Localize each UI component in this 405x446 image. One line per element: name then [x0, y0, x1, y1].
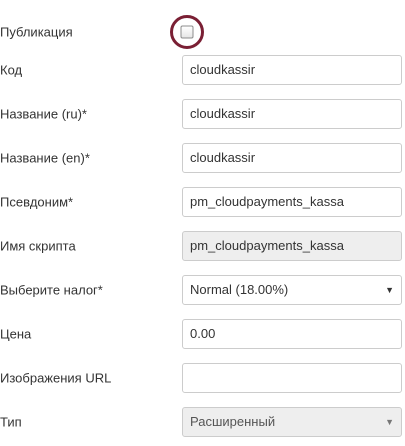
name-ru-input[interactable]: cloudkassir — [182, 99, 402, 129]
caret-down-icon: ▼ — [385, 417, 394, 427]
price-input[interactable]: 0.00 — [182, 319, 402, 349]
row-alias: Псевдоним* pm_cloudpayments_kassa — [0, 187, 405, 217]
tax-select-value: Normal (18.00%) — [190, 282, 289, 297]
row-name-en: Название (en)* cloudkassir — [0, 143, 405, 173]
name-ru-label: Название (ru)* — [0, 106, 87, 122]
row-script: Имя скрипта pm_cloudpayments_kassa — [0, 231, 405, 261]
publish-checkbox[interactable] — [180, 25, 194, 39]
alias-label: Псевдоним* — [0, 194, 74, 210]
row-image-url: Изображения URL — [0, 363, 405, 393]
publish-label: Публикация — [0, 24, 73, 40]
row-price: Цена 0.00 — [0, 319, 405, 349]
row-code: Код cloudkassir — [0, 55, 405, 85]
image-url-input[interactable] — [182, 363, 402, 393]
price-label: Цена — [0, 326, 32, 342]
code-input[interactable]: cloudkassir — [182, 55, 402, 85]
name-en-input[interactable]: cloudkassir — [182, 143, 402, 173]
image-url-label: Изображения URL — [0, 370, 112, 386]
type-select[interactable]: Расширенный ▼ — [182, 407, 402, 437]
script-label: Имя скрипта — [0, 238, 76, 254]
code-label: Код — [0, 62, 23, 78]
tax-label: Выберите налог* — [0, 282, 103, 298]
type-label: Тип — [0, 414, 22, 430]
row-type: Тип Расширенный ▼ — [0, 407, 405, 437]
row-tax: Выберите налог* Normal (18.00%) ▼ — [0, 275, 405, 305]
tax-select[interactable]: Normal (18.00%) ▼ — [182, 275, 402, 305]
type-select-value: Расширенный — [190, 414, 276, 429]
script-input: pm_cloudpayments_kassa — [182, 231, 402, 261]
caret-down-icon: ▼ — [385, 285, 394, 295]
payment-method-form: Публикация Код cloudkassir Название (ru)… — [0, 0, 405, 446]
row-publish: Публикация — [0, 15, 405, 49]
row-name-ru: Название (ru)* cloudkassir — [0, 99, 405, 129]
publish-checkbox-highlight — [170, 15, 204, 49]
name-en-label: Название (en)* — [0, 150, 90, 166]
alias-input[interactable]: pm_cloudpayments_kassa — [182, 187, 402, 217]
